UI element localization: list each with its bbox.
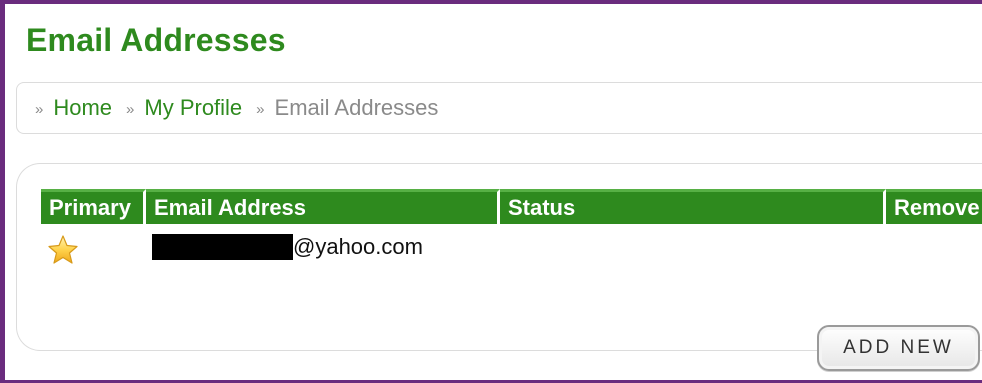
breadcrumb-current: Email Addresses (274, 95, 439, 120)
column-header-status: Status (500, 189, 886, 224)
email-address-cell: @yahoo.com (152, 234, 423, 260)
breadcrumb-separator: » (126, 100, 135, 118)
email-domain-text: @yahoo.com (293, 234, 423, 259)
redacted-email-username (152, 234, 293, 260)
page-title: Email Addresses (26, 22, 286, 58)
star-icon[interactable] (47, 234, 79, 266)
table-header-row: Primary Email Address Status Remove (41, 189, 982, 224)
column-header-remove: Remove (886, 189, 982, 224)
breadcrumb-my-profile-link[interactable]: My Profile (144, 95, 242, 121)
breadcrumb: » Home » My Profile » Email Addresses (16, 82, 982, 134)
breadcrumb-home-link[interactable]: Home (53, 95, 112, 121)
breadcrumb-separator: » (35, 100, 44, 118)
breadcrumb-separator: » (256, 100, 265, 118)
add-new-button[interactable]: ADD NEW (817, 325, 980, 371)
column-header-primary: Primary (41, 189, 146, 224)
column-header-email-address: Email Address (146, 189, 500, 224)
